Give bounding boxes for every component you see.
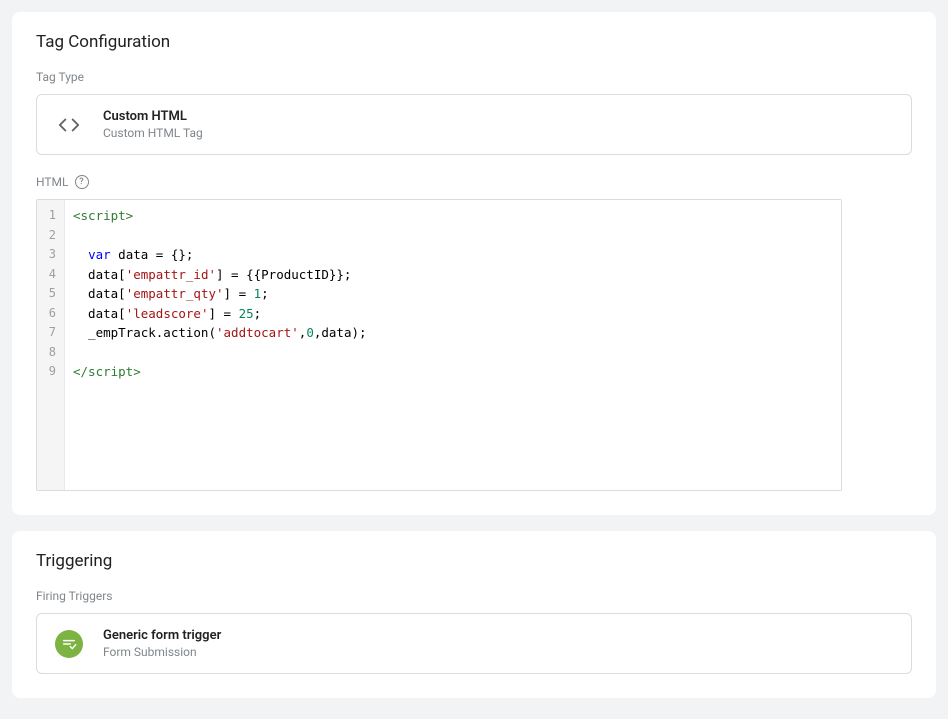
tag-type-subtitle: Custom HTML Tag — [103, 126, 203, 140]
code-line: data['empattr_qty'] = 1; — [73, 284, 833, 304]
firing-triggers-label: Firing Triggers — [36, 589, 912, 603]
triggering-card: Triggering Firing Triggers Generic form … — [12, 531, 936, 698]
code-line: data['leadscore'] = 25; — [73, 304, 833, 324]
tag-configuration-card: Tag Configuration Tag Type Custom HTML C… — [12, 12, 936, 515]
gutter-line: 3 — [47, 245, 56, 265]
code-line: _empTrack.action('addtocart',0,data); — [73, 323, 833, 343]
form-submission-icon — [55, 630, 83, 658]
tag-type-selector[interactable]: Custom HTML Custom HTML Tag — [36, 94, 912, 155]
trigger-name: Generic form trigger — [103, 628, 221, 643]
code-line: <script> — [73, 206, 833, 226]
html-code-editor[interactable]: 123456789 <script> var data = {}; data['… — [36, 199, 842, 491]
trigger-text-block: Generic form trigger Form Submission — [103, 628, 221, 659]
code-line: </script> — [73, 362, 833, 382]
gutter-line: 9 — [47, 362, 56, 382]
firing-trigger-row[interactable]: Generic form trigger Form Submission — [36, 613, 912, 674]
code-line: data['empattr_id'] = {{ProductID}}; — [73, 265, 833, 285]
code-icon — [55, 111, 83, 139]
code-line — [73, 343, 833, 363]
gutter-line: 2 — [47, 226, 56, 246]
code-gutter: 123456789 — [37, 200, 65, 490]
help-icon[interactable]: ? — [75, 175, 89, 189]
trigger-type: Form Submission — [103, 645, 221, 659]
tag-type-label: Tag Type — [36, 70, 912, 84]
gutter-line: 7 — [47, 323, 56, 343]
gutter-line: 6 — [47, 304, 56, 324]
gutter-line: 4 — [47, 265, 56, 285]
html-label: HTML ? — [36, 175, 912, 189]
html-label-text: HTML — [36, 175, 69, 189]
gutter-line: 8 — [47, 343, 56, 363]
tag-configuration-title: Tag Configuration — [36, 32, 912, 52]
code-line: var data = {}; — [73, 245, 833, 265]
code-area[interactable]: <script> var data = {}; data['empattr_id… — [65, 200, 841, 490]
tag-type-text: Custom HTML Custom HTML Tag — [103, 109, 203, 140]
tag-type-name: Custom HTML — [103, 109, 203, 124]
code-line — [73, 226, 833, 246]
gutter-line: 1 — [47, 206, 56, 226]
triggering-title: Triggering — [36, 551, 912, 571]
gutter-line: 5 — [47, 284, 56, 304]
